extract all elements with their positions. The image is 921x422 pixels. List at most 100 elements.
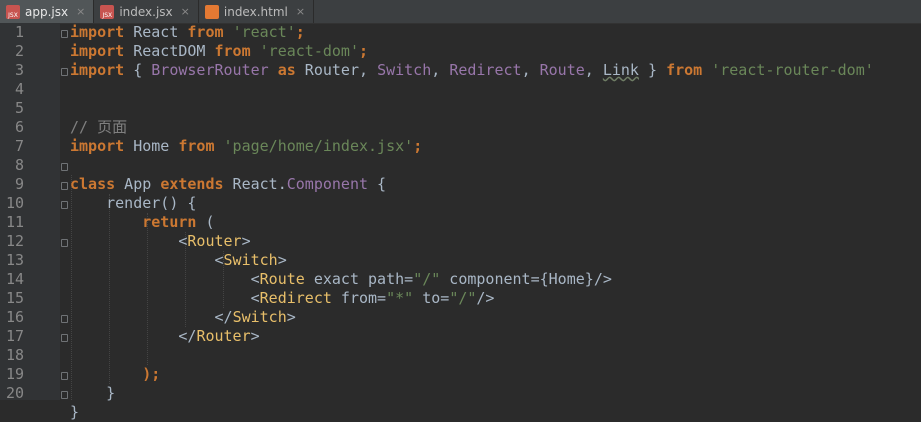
tab-app-jsx[interactable]: JSX app.jsx × bbox=[0, 0, 95, 23]
code-text: < bbox=[250, 289, 260, 307]
line-number: 1 bbox=[14, 23, 24, 41]
code-line-8: class App extends React.Component { bbox=[70, 175, 386, 194]
line-number: 20 bbox=[5, 384, 24, 402]
close-icon[interactable]: × bbox=[296, 5, 305, 18]
identifier: Route bbox=[539, 61, 585, 79]
line-number: 11 bbox=[5, 213, 24, 231]
jsx-tag: Router bbox=[196, 327, 251, 345]
keyword: from bbox=[666, 61, 703, 79]
fold-marker[interactable] bbox=[61, 315, 68, 323]
fold-marker[interactable] bbox=[61, 163, 68, 171]
jsx-tag: Switch bbox=[232, 308, 287, 326]
code-text: /> bbox=[593, 270, 612, 288]
code-text: </ bbox=[178, 327, 197, 345]
code-text: > bbox=[277, 251, 287, 269]
line-number: 6 bbox=[14, 118, 24, 136]
jsx-file-icon: JSX bbox=[100, 4, 115, 19]
code-line-14: <Redirect from="*" to="/"/> bbox=[70, 289, 495, 308]
identifier: Switch bbox=[377, 61, 432, 79]
string-literal: "*" bbox=[386, 289, 414, 307]
keyword: import bbox=[70, 42, 125, 60]
line-number-gutter: 1 2 3 4 5 6 7 8 9 10 11 12 13 14 15 16 1… bbox=[0, 23, 60, 402]
keyword: from bbox=[214, 42, 251, 60]
code-editor[interactable]: 1 2 3 4 5 6 7 8 9 10 11 12 13 14 15 16 1… bbox=[0, 23, 921, 421]
code-text: < bbox=[250, 270, 260, 288]
string-literal: 'react-dom' bbox=[259, 42, 359, 60]
code-text: React. bbox=[223, 175, 287, 193]
code-line-1: import React from 'react'; bbox=[70, 23, 305, 42]
code-text: < bbox=[214, 251, 224, 269]
code-text: } bbox=[70, 403, 80, 421]
close-icon[interactable]: × bbox=[76, 5, 85, 18]
line-number: 16 bbox=[5, 308, 24, 326]
code-text: , bbox=[521, 61, 540, 79]
string-literal: 'react-router-dom' bbox=[711, 61, 874, 79]
line-number: 17 bbox=[5, 327, 24, 345]
line-number: 3 bbox=[14, 61, 24, 79]
line-number: 5 bbox=[14, 99, 24, 117]
fold-marker[interactable] bbox=[61, 182, 68, 190]
keyword: as bbox=[277, 61, 296, 79]
fold-marker[interactable] bbox=[61, 30, 68, 38]
code-text: component= bbox=[440, 270, 540, 288]
line-number: 7 bbox=[14, 137, 24, 155]
keyword: extends bbox=[160, 175, 224, 193]
code-line-12: <Switch> bbox=[70, 251, 287, 270]
code-text: App bbox=[115, 175, 161, 193]
code-text: ; bbox=[413, 137, 423, 155]
code-line-19: } bbox=[70, 384, 115, 403]
code-text: > bbox=[286, 308, 296, 326]
fold-marker[interactable] bbox=[61, 68, 68, 76]
code-line-3: import { BrowserRouter as Router, Switch… bbox=[70, 61, 874, 80]
code-line-6: import Home from 'page/home/index.jsx'; bbox=[70, 137, 422, 156]
fold-marker[interactable] bbox=[61, 239, 68, 247]
code-line-10: return ( bbox=[70, 213, 214, 232]
tab-label: index.html bbox=[223, 4, 288, 19]
line-number: 4 bbox=[14, 80, 24, 98]
line-number: 18 bbox=[5, 346, 24, 364]
code-text: React bbox=[124, 23, 188, 41]
string-literal: 'react' bbox=[232, 23, 296, 41]
fold-marker[interactable] bbox=[61, 334, 68, 342]
fold-marker[interactable] bbox=[61, 391, 68, 399]
code-text: exact path= bbox=[304, 270, 414, 288]
identifier: BrowserRouter bbox=[151, 61, 269, 79]
fold-marker[interactable] bbox=[61, 201, 68, 209]
keyword: from bbox=[187, 23, 224, 41]
fold-marker[interactable] bbox=[61, 372, 68, 380]
code-text: Router, bbox=[295, 61, 378, 79]
tab-label: index.jsx bbox=[119, 4, 173, 19]
code-line-18: ); bbox=[70, 365, 160, 384]
jsx-tag: Route bbox=[259, 270, 305, 288]
identifier: Redirect bbox=[449, 61, 522, 79]
comment: // 页面 bbox=[70, 118, 128, 136]
line-number: 14 bbox=[5, 270, 24, 288]
line-number: 19 bbox=[5, 365, 24, 383]
close-icon[interactable]: × bbox=[181, 5, 190, 18]
jsx-tag: Switch bbox=[223, 251, 278, 269]
tab-index-html[interactable]: index.html × bbox=[199, 0, 315, 23]
line-number: 15 bbox=[5, 289, 24, 307]
tab-label: app.jsx bbox=[25, 4, 69, 19]
code-line-11: <Router> bbox=[70, 232, 251, 251]
keyword: import bbox=[70, 137, 125, 155]
code-line-9: render() { bbox=[70, 194, 196, 213]
code-text: </ bbox=[214, 308, 233, 326]
line-number: 2 bbox=[14, 42, 24, 60]
jsx-file-icon: JSX bbox=[6, 4, 20, 19]
code-text: ; bbox=[359, 42, 369, 60]
identifier: Component bbox=[286, 175, 369, 193]
keyword: return bbox=[142, 213, 197, 231]
tab-index-jsx[interactable]: JSX index.jsx × bbox=[94, 0, 199, 23]
code-text: > bbox=[241, 232, 251, 250]
unused-identifier: Link bbox=[602, 61, 639, 79]
